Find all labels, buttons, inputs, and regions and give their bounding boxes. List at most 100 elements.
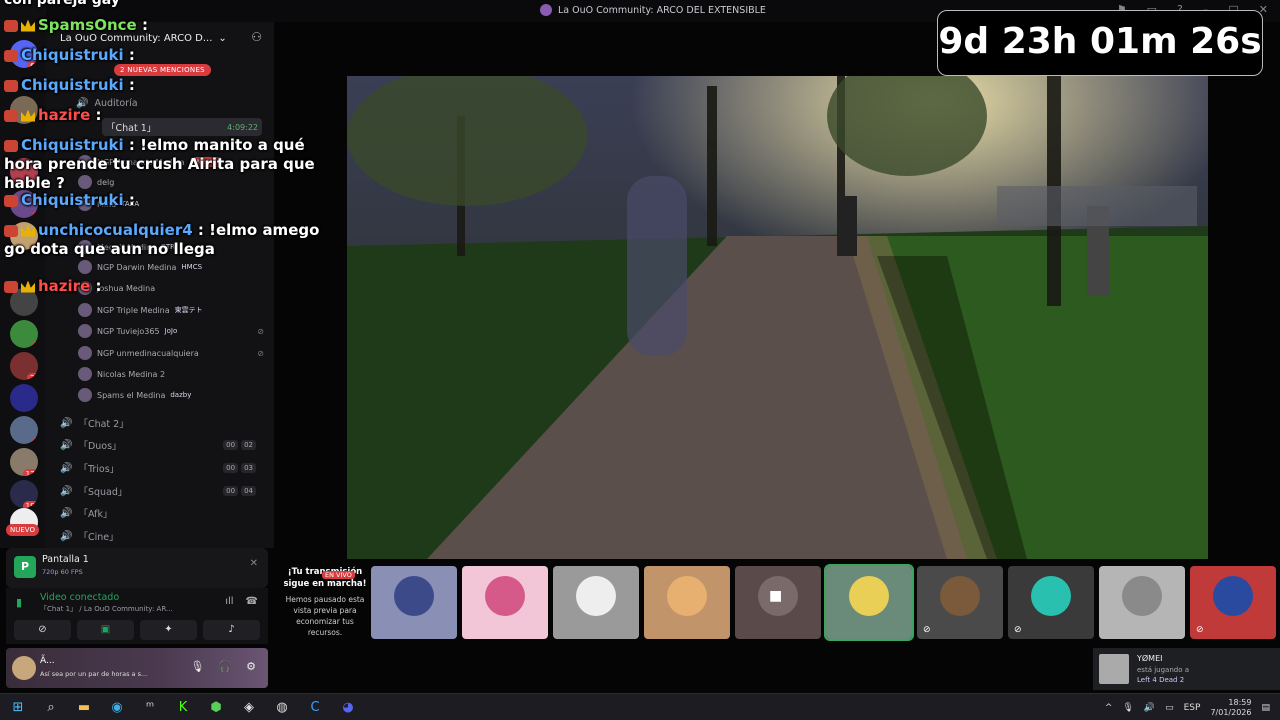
server-icon-7[interactable]: 2 bbox=[10, 320, 38, 348]
voice-user[interactable]: NGP Darwin Medina HMCS bbox=[78, 260, 268, 274]
server-icon-4[interactable]: 2 bbox=[10, 190, 38, 218]
signal-icon: ▮ bbox=[16, 596, 23, 609]
server-icon-10[interactable]: 9 bbox=[10, 416, 38, 444]
countdown-timer: 9d 23h 01m 26s bbox=[937, 10, 1263, 76]
participant-tile[interactable]: ⊘ bbox=[917, 566, 1003, 639]
speaker-icon: 🔊 bbox=[60, 530, 73, 542]
chevron-up-icon[interactable]: ^ bbox=[1105, 703, 1113, 713]
camera-off-button[interactable]: ⊘ bbox=[14, 620, 71, 640]
voice-user[interactable]: NGP Armando Medina EN VIVO bbox=[78, 155, 268, 169]
gear-icon[interactable]: ⚙ bbox=[246, 660, 256, 673]
clock[interactable]: 18:59 7/01/2026 bbox=[1210, 698, 1251, 718]
avatar[interactable] bbox=[12, 656, 36, 680]
channel-auditoria[interactable]: 🔊 Auditoría bbox=[76, 98, 286, 109]
voice-user[interactable]: NGP Triple Medina 東雲テト bbox=[78, 303, 268, 317]
server-icon-9[interactable] bbox=[10, 384, 38, 412]
participant-tile[interactable] bbox=[462, 566, 548, 639]
invite-icon[interactable]: ⚇ bbox=[251, 30, 262, 44]
headphones-icon[interactable]: 🎧 bbox=[218, 660, 232, 673]
edge-icon[interactable]: ◉ bbox=[107, 698, 127, 718]
voice-user[interactable]: MeguX Medina BTR! bbox=[78, 240, 268, 254]
avatar bbox=[78, 197, 92, 211]
app-icon[interactable]: ◈ bbox=[239, 698, 259, 718]
voice-user[interactable]: NGP Tuviejo365 JoJo ⊘ bbox=[78, 324, 268, 338]
server-icon-12[interactable]: 180 bbox=[10, 480, 38, 508]
speaker-icon: 🔊 bbox=[60, 462, 73, 474]
avatar bbox=[78, 240, 92, 254]
deafened-icon: ⊘ bbox=[257, 326, 264, 336]
guild-header[interactable]: La OuO Community: ARCO D... ⌄ ⚇ bbox=[46, 26, 274, 50]
mic-icon[interactable]: 🎙 bbox=[190, 660, 204, 673]
voice-user[interactable]: delg bbox=[78, 175, 268, 189]
camera-icon: ■ bbox=[769, 588, 783, 604]
server-icon-11[interactable]: 179 bbox=[10, 448, 38, 476]
participant-tiles: ■ ⊘ ⊘ ⊘ bbox=[371, 564, 1276, 641]
channel-trios[interactable]: 🔊 「Trios」 00 03 bbox=[60, 461, 270, 475]
close-share-icon[interactable]: ✕ bbox=[250, 558, 258, 569]
taskbar: ⊞ ⌕ ▬ ◉ ᵐ K ⬢ ◈ ◍ C ◕ ^ 🎙 🔊 ▭ ESP 18:59 7… bbox=[0, 693, 1280, 720]
participant-tile[interactable] bbox=[1099, 566, 1185, 639]
channel-afk[interactable]: 🔊 「Afk」 bbox=[60, 506, 270, 521]
mentions-pill[interactable]: 2 NUEVAS MENCIONES bbox=[114, 64, 211, 76]
app-icon[interactable]: ⬢ bbox=[206, 698, 226, 718]
windows-start-icon[interactable]: ⊞ bbox=[8, 698, 28, 718]
volume-icon[interactable]: 🔊 bbox=[1144, 703, 1155, 713]
deafened-icon: ⊘ bbox=[1014, 625, 1022, 635]
disconnect-icon[interactable]: ☎ bbox=[246, 596, 258, 607]
server-icon bbox=[540, 4, 552, 16]
screen-share-panel[interactable]: P Pantalla 1 720p 60 FPS ✕ bbox=[6, 548, 268, 588]
participant-tile[interactable] bbox=[553, 566, 639, 639]
chevron-down-icon: ⌄ bbox=[218, 32, 227, 44]
kick-icon[interactable]: K bbox=[173, 698, 193, 718]
participant-tile[interactable]: ⊘ bbox=[1008, 566, 1094, 639]
channel-duos[interactable]: 🔊 「Duos」 00 02 bbox=[60, 438, 270, 452]
network-icon[interactable]: ▭ bbox=[1165, 703, 1174, 713]
channel-chat2[interactable]: 🔊 「Chat 2」 bbox=[60, 416, 270, 431]
avatar bbox=[1099, 654, 1129, 684]
user-panel: Ã... Así sea por un par de horas a s... … bbox=[6, 648, 268, 688]
mic-icon[interactable]: 🎙 bbox=[1122, 703, 1133, 713]
participant-tile[interactable] bbox=[824, 564, 914, 641]
voice-user[interactable]: Spams el Medina dazby bbox=[78, 388, 268, 402]
server-rail: 61 2 1 2 27 9 179 180 NUEVO bbox=[0, 0, 46, 548]
server-icon-5[interactable]: 1 bbox=[10, 222, 38, 250]
participant-tile[interactable] bbox=[644, 566, 730, 639]
voice-button-row: ⊘ ▣ ✦ ♪ bbox=[14, 620, 260, 640]
participant-tile[interactable]: ■ bbox=[735, 566, 821, 639]
server-icon-3[interactable] bbox=[10, 158, 38, 186]
stream-video[interactable] bbox=[347, 76, 1208, 559]
search-icon[interactable]: ⌕ bbox=[41, 698, 61, 718]
participant-tile[interactable] bbox=[371, 566, 457, 639]
stream-paused-note: ¡Tu transmisión sigue en marcha! EN VIVO… bbox=[283, 567, 367, 637]
obs-icon[interactable]: ◍ bbox=[272, 698, 292, 718]
server-icon-2[interactable] bbox=[10, 96, 38, 124]
ccleaner-icon[interactable]: C bbox=[305, 698, 325, 718]
channel-cine[interactable]: 🔊 「Cine」 bbox=[60, 529, 270, 544]
participant-tile[interactable]: ⊘ bbox=[1190, 566, 1276, 639]
voice-user[interactable]: NGP unmedinacualquiera ⊘ bbox=[78, 346, 268, 360]
channel-chat1[interactable]: 「Chat 1」 4:09:22 bbox=[102, 118, 262, 136]
voice-user[interactable]: Mina TAZA bbox=[78, 197, 268, 211]
channel-squad[interactable]: 🔊 「Squad」 00 04 bbox=[60, 484, 270, 498]
night-park-scene bbox=[347, 76, 1208, 559]
avatar bbox=[78, 367, 92, 381]
avatar bbox=[78, 388, 92, 402]
language-indicator[interactable]: ESP bbox=[1184, 703, 1201, 713]
voice-user[interactable]: Nicolas Medina 2 bbox=[78, 367, 268, 381]
server-icon-8[interactable]: 27 bbox=[10, 352, 38, 380]
activity-toast[interactable]: YØMEI está jugando a Left 4 Dead 2 bbox=[1093, 648, 1280, 690]
server-icon-1[interactable]: 61 bbox=[10, 40, 38, 68]
soundboard-button[interactable]: ♪ bbox=[203, 620, 260, 640]
file-explorer-icon[interactable]: ▬ bbox=[74, 698, 94, 718]
speaker-icon: 🔊 bbox=[60, 485, 73, 497]
activities-button[interactable]: ✦ bbox=[140, 620, 197, 640]
notification-icon[interactable]: ▤ bbox=[1261, 703, 1270, 713]
noise-icon[interactable]: ıll bbox=[225, 596, 233, 607]
app-icon[interactable]: ᵐ bbox=[140, 698, 160, 718]
avatar bbox=[78, 260, 92, 274]
share-screen-button[interactable]: ▣ bbox=[77, 620, 134, 640]
server-icon-6[interactable] bbox=[10, 288, 38, 316]
voice-user[interactable]: Joshua Medina bbox=[78, 281, 268, 295]
avatar bbox=[78, 303, 92, 317]
discord-icon[interactable]: ◕ bbox=[338, 698, 358, 718]
